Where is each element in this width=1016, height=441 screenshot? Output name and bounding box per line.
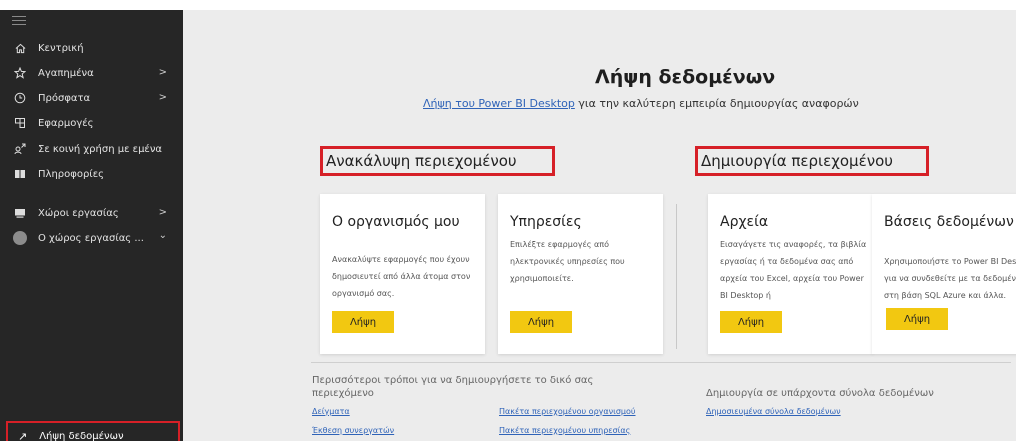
discover-content-heading: Ανακάλυψη περιεχομένου [320, 146, 555, 176]
page-title: Λήψη δεδομένων [595, 66, 776, 88]
samples-link[interactable]: Δείγματα [312, 407, 350, 416]
sidebar-item-label: Ο χώρος εργασίας ... [38, 232, 144, 244]
avatar-icon [13, 231, 27, 245]
existing-datasets-heading: Δημιουργία σε υπάρχοντα σύνολα δεδομένων [706, 388, 934, 399]
sidebar-item-learn[interactable]: Πληροφορίες [0, 163, 183, 185]
sidebar-item-apps[interactable]: Εφαρμογές [0, 112, 183, 134]
section-divider [676, 204, 677, 349]
create-content-heading: Δημιουργία περιεχομένου [695, 146, 929, 176]
horizontal-divider [311, 362, 1011, 363]
card-my-organization[interactable]: Ο οργανισμός μου Ανακαλύψτε εφαρμογές πο… [320, 194, 485, 354]
sidebar-item-label: Κεντρική [38, 42, 84, 54]
sidebar-item-label: Χώροι εργασίας [38, 207, 119, 219]
sidebar-item-label: Πρόσφατα [38, 92, 91, 104]
card-databases[interactable]: Βάσεις δεδομένων Χρησιμοποιήστε το Power… [872, 194, 1016, 354]
sidebar-item-label: Σε κοινή χρήση με εμένα [38, 143, 163, 155]
sidebar-item-favorites[interactable]: Αγαπημένα > [0, 62, 183, 84]
sidebar-item-my-workspace[interactable]: Ο χώρος εργασίας ... ⌄ [0, 227, 183, 249]
partner-showcase-link[interactable]: Έκθεση συνεργατών [312, 426, 394, 435]
home-icon [13, 43, 27, 54]
get-services-button[interactable]: Λήψη [510, 311, 572, 333]
card-description: Εισαγάγετε τις αναφορές, τα βιβλία εργασ… [720, 240, 867, 300]
book-icon [13, 168, 27, 180]
arrow-up-right-icon: ↗ [18, 429, 28, 441]
chevron-right-icon: > [158, 92, 167, 103]
card-title: Ο οργανισμός μου [332, 214, 460, 230]
card-title: Βάσεις δεδομένων [884, 214, 1014, 230]
card-description: Χρησιμοποιήστε το Power BI Desktop για ν… [884, 257, 1016, 300]
desktop-promo: Λήψη του Power BI Desktop για την καλύτε… [423, 97, 859, 110]
sidebar-item-shared-with-me[interactable]: Σε κοινή χρήση με εμένα [0, 138, 183, 160]
get-databases-button[interactable]: Λήψη [886, 308, 948, 330]
sidebar-item-workspaces[interactable]: Χώροι εργασίας > [0, 202, 183, 224]
card-description: Επιλέξτε εφαρμογές από ηλεκτρονικές υπηρ… [510, 240, 625, 283]
card-title: Αρχεία [720, 214, 769, 230]
shared-icon [13, 143, 27, 155]
card-services[interactable]: Υπηρεσίες Επιλέξτε εφαρμογές από ηλεκτρο… [498, 194, 663, 354]
promo-text: για την καλύτερη εμπειρία δημιουργίας αν… [574, 97, 859, 110]
apps-icon [13, 117, 27, 129]
hamburger-menu-icon[interactable] [12, 16, 26, 28]
star-icon [13, 67, 27, 79]
card-description: Ανακαλύψτε εφαρμογές που έχουν δημοσιευτ… [332, 255, 471, 298]
get-files-button[interactable]: Λήψη [720, 311, 782, 333]
chevron-down-icon: ⌄ [158, 230, 167, 241]
published-datasets-link[interactable]: Δημοσιευμένα σύνολα δεδομένων [706, 407, 841, 416]
download-desktop-link[interactable]: Λήψη του Power BI Desktop [423, 97, 575, 110]
chevron-right-icon: > [158, 207, 167, 218]
get-my-organization-button[interactable]: Λήψη [332, 311, 394, 333]
card-title: Υπηρεσίες [510, 214, 582, 230]
org-content-packs-link[interactable]: Πακέτα περιεχομένου οργανισμού [499, 407, 636, 416]
sidebar-item-get-data[interactable]: ↗ Λήψη δεδομένων [6, 421, 180, 441]
sidebar-item-label: Πληροφορίες [38, 168, 104, 180]
main-content: Λήψη δεδομένων Λήψη του Power BI Desktop… [183, 10, 1016, 441]
sidebar-item-recent[interactable]: Πρόσφατα > [0, 87, 183, 109]
more-ways-heading: Περισσότεροι τρόποι για να δημιουργήσετε… [312, 375, 594, 399]
workspaces-icon [13, 207, 27, 219]
sidebar-item-home[interactable]: Κεντρική [0, 37, 183, 59]
sidebar-item-label: Αγαπημένα [38, 67, 94, 79]
clock-icon [13, 92, 27, 104]
sidebar: Κεντρική Αγαπημένα > Πρόσφατα > Εφαρμογέ… [0, 10, 183, 441]
sidebar-item-label: Λήψη δεδομένων [39, 430, 124, 441]
card-files[interactable]: Αρχεία Εισαγάγετε τις αναφορές, τα βιβλί… [708, 194, 873, 354]
service-content-packs-link[interactable]: Πακέτα περιεχομένου υπηρεσίας [499, 426, 630, 435]
sidebar-item-label: Εφαρμογές [38, 117, 94, 129]
chevron-right-icon: > [158, 67, 167, 78]
top-bar [0, 0, 1016, 10]
